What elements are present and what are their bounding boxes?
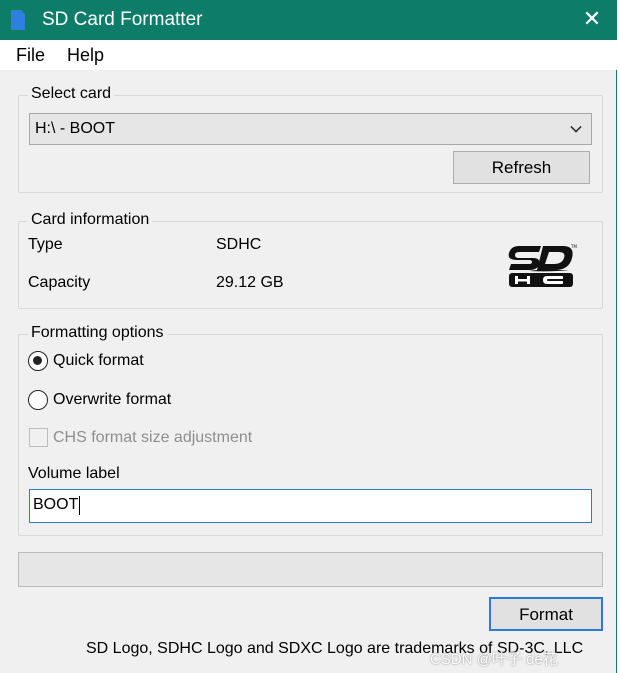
type-label: Type bbox=[28, 236, 63, 253]
sd-card-formatter-window: SD Card Formatter ✕ File Help Select car… bbox=[0, 0, 617, 673]
quick-format-label[interactable]: Quick format bbox=[53, 352, 144, 370]
svg-text:TM: TM bbox=[570, 244, 577, 249]
capacity-label: Capacity bbox=[28, 274, 91, 291]
chevron-down-icon bbox=[570, 121, 582, 133]
close-button[interactable]: ✕ bbox=[577, 4, 607, 34]
sdhc-logo-icon: TM bbox=[508, 244, 577, 287]
volume-label-caption: Volume label bbox=[28, 465, 120, 482]
capacity-value: 29.12 GB bbox=[216, 274, 284, 291]
volume-label-input[interactable]: BOOT bbox=[29, 489, 592, 523]
window-title: SD Card Formatter bbox=[42, 9, 203, 30]
title-bar[interactable]: SD Card Formatter ✕ bbox=[0, 0, 617, 40]
card-information-title: Card information bbox=[28, 211, 153, 229]
card-information-group: Card information Type SDHC Capacity 29.1… bbox=[18, 211, 603, 309]
chs-format-label: CHS format size adjustment bbox=[53, 429, 253, 446]
quick-format-radio[interactable] bbox=[28, 351, 48, 371]
card-select-dropdown[interactable]: H:\ - BOOT bbox=[29, 113, 592, 145]
overwrite-format-label[interactable]: Overwrite format bbox=[53, 391, 171, 409]
volume-label-value: BOOT bbox=[33, 496, 79, 513]
selected-card-value: H:\ - BOOT bbox=[35, 120, 115, 137]
menu-file[interactable]: File bbox=[16, 45, 45, 66]
format-button[interactable]: Format bbox=[489, 597, 603, 631]
sd-card-icon bbox=[11, 10, 25, 30]
radio-selected-dot bbox=[33, 356, 42, 365]
type-value: SDHC bbox=[216, 236, 262, 253]
formatting-options-title: Formatting options bbox=[28, 324, 167, 342]
close-icon: ✕ bbox=[582, 6, 602, 31]
format-progress-bar bbox=[18, 552, 603, 587]
select-card-group: Select card H:\ - BOOT Refresh bbox=[18, 85, 603, 193]
select-card-title: Select card bbox=[28, 85, 115, 103]
csdn-watermark: CSDN @叶子 de花 bbox=[430, 651, 558, 668]
menu-bar: File Help bbox=[0, 40, 617, 70]
formatting-options-group: Formatting options Quick format Overwrit… bbox=[18, 324, 603, 536]
chs-format-checkbox[interactable] bbox=[29, 428, 48, 447]
menu-help[interactable]: Help bbox=[67, 45, 104, 66]
text-caret bbox=[79, 496, 80, 515]
refresh-button[interactable]: Refresh bbox=[453, 151, 590, 184]
overwrite-format-radio[interactable] bbox=[28, 390, 48, 410]
